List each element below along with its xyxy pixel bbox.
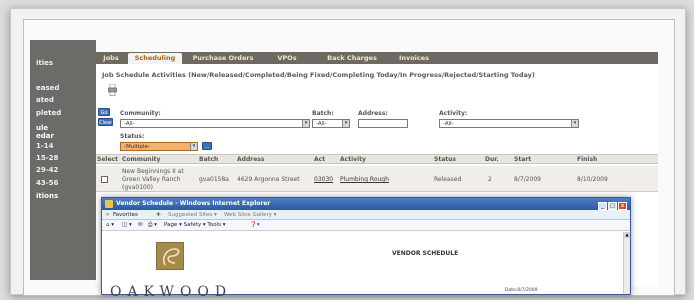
home-icon[interactable]: ⌂ ▾: [106, 220, 114, 231]
nav-item[interactable]: 29-42: [36, 166, 58, 174]
batch-value: -All-: [316, 121, 327, 127]
chevron-down-icon: ▾: [571, 120, 578, 127]
nav-item[interactable]: ule: [36, 124, 48, 132]
close-icon[interactable]: x: [618, 202, 627, 210]
status-select[interactable]: -Multiple- ▾: [120, 142, 198, 151]
add-favorite-icon[interactable]: ✚: [156, 210, 161, 220]
community-cell-line: (gva0100): [122, 184, 153, 191]
oakwood-logo-icon: [156, 242, 184, 270]
nav-item[interactable]: 15-28: [36, 154, 58, 162]
suggested-sites-link[interactable]: Suggested Sites ▾: [168, 210, 217, 220]
batch-cell: gva0158a: [199, 176, 229, 183]
community-value: -All-: [124, 121, 135, 127]
nav-item[interactable]: ated: [36, 96, 54, 104]
batch-label: Batch:: [312, 110, 334, 117]
community-cell-line: New Beginnings II at: [122, 168, 184, 175]
column-header[interactable]: Dur.: [485, 156, 499, 163]
main-tab-bar: Jobs Scheduling Purchase Orders VPOs Bac…: [96, 52, 658, 64]
row-select-checkbox[interactable]: [101, 176, 108, 183]
nav-item[interactable]: 1-14: [36, 142, 54, 150]
chevron-down-icon: ▾: [190, 143, 197, 150]
tab-purchase-orders[interactable]: Purchase Orders: [190, 53, 256, 64]
maximize-icon[interactable]: □: [608, 202, 617, 210]
nav-item[interactable]: edar: [36, 132, 54, 140]
start-date-cell: 8/7/2009: [514, 176, 541, 183]
minimize-icon[interactable]: _: [598, 202, 607, 210]
page-title: Job Schedule Activities (New/Released/Co…: [102, 71, 535, 79]
column-header[interactable]: Act: [314, 156, 325, 163]
tab-scheduling[interactable]: Scheduling: [128, 53, 182, 64]
column-header[interactable]: Status: [434, 156, 456, 163]
web-slice-gallery-link[interactable]: Web Slice Gallery ▾: [224, 210, 277, 220]
address-input[interactable]: [358, 119, 408, 128]
nav-item[interactable]: 43-56: [36, 179, 58, 187]
activity-select[interactable]: -All- ▾: [439, 119, 579, 128]
ie-window-title: Vendor Schedule - Windows Internet Explo…: [116, 200, 271, 207]
duration-cell: 2: [488, 176, 492, 183]
status-value: -Multiple-: [124, 144, 150, 150]
chevron-down-icon: ▾: [302, 120, 309, 127]
nav-item[interactable]: eased: [36, 84, 59, 92]
left-nav: ities eased ated pleted ule edar 1-14 15…: [30, 40, 96, 280]
ie-command-menus[interactable]: Page ▾ Safety ▾ Tools ▾: [164, 220, 225, 231]
status-label: Status:: [120, 133, 145, 140]
community-select[interactable]: -All- ▾: [120, 119, 310, 128]
print-icon[interactable]: ⎙ ▾: [148, 220, 157, 231]
activity-value: -All-: [443, 121, 454, 127]
mail-icon[interactable]: ✉: [138, 220, 143, 231]
column-header[interactable]: Batch: [199, 156, 218, 163]
ie-app-icon: [105, 200, 113, 208]
star-icon: ★: [105, 212, 110, 218]
ie-page-content: OAKWOOD VENDOR SCHEDULE Date:8/7/2009 ▲: [102, 232, 630, 300]
activity-label: Activity:: [439, 110, 468, 117]
ie-title-bar[interactable]: Vendor Schedule - Windows Internet Explo…: [102, 198, 630, 210]
ie-command-bar: ⌂ ▾ ◫ ▾ ✉ ⎙ ▾ Page ▾ Safety ▾ Tools ▾ ❓▾: [102, 220, 630, 231]
activity-link[interactable]: Plumbing Rough: [340, 176, 389, 183]
printer-icon[interactable]: [108, 84, 117, 96]
nav-item[interactable]: ities: [36, 59, 53, 67]
go-button[interactable]: Go: [98, 108, 110, 116]
act-code-link[interactable]: 03030: [314, 176, 333, 183]
status-cell: Released: [434, 176, 462, 183]
finish-date-cell: 8/10/2009: [577, 176, 608, 183]
help-icon[interactable]: ❓▾: [250, 220, 260, 231]
vertical-scrollbar[interactable]: ▲: [623, 232, 630, 294]
clear-button[interactable]: Clear: [98, 118, 113, 126]
favorites-button[interactable]: Favorites: [113, 210, 138, 220]
column-header[interactable]: Community: [122, 156, 160, 163]
chevron-down-icon: ▾: [342, 120, 349, 127]
oakwood-logo-text: OAKWOOD: [110, 284, 233, 300]
column-header[interactable]: Address: [237, 156, 264, 163]
column-header[interactable]: Start: [514, 156, 531, 163]
ie-popup-window: Vendor Schedule - Windows Internet Explo…: [101, 197, 631, 300]
column-header[interactable]: Finish: [577, 156, 597, 163]
address-cell: 4629 Argonne Street: [237, 176, 300, 183]
report-title: VENDOR SCHEDULE: [392, 250, 459, 257]
nav-item[interactable]: pleted: [36, 109, 61, 117]
report-date: Date:8/7/2009: [505, 288, 538, 293]
scroll-up-icon[interactable]: ▲: [624, 232, 630, 238]
community-cell-line: Green Valley Ranch: [122, 176, 181, 183]
batch-select[interactable]: -All- ▾: [312, 119, 350, 128]
tab-jobs[interactable]: Jobs: [100, 53, 122, 64]
ie-favorites-bar: ★ Favorites ✚ Suggested Sites ▾ Web Slic…: [102, 210, 630, 220]
community-label: Community:: [120, 110, 161, 117]
tab-invoices[interactable]: Invoices: [394, 53, 434, 64]
tab-back-charges[interactable]: Back Charges: [322, 53, 382, 64]
table-row: New Beginnings II at Green Valley Ranch …: [96, 166, 658, 192]
nav-item[interactable]: itions: [36, 192, 58, 200]
column-header[interactable]: Select: [97, 156, 118, 163]
status-picker-button[interactable]: ...: [202, 142, 212, 150]
address-label: Address:: [358, 110, 388, 117]
column-header[interactable]: Activity: [340, 156, 366, 163]
window-controls: _ □ x: [597, 200, 627, 210]
tab-vpos[interactable]: VPOs: [274, 53, 300, 64]
table-header: Select Community Batch Address Act Activ…: [96, 154, 658, 164]
feeds-icon[interactable]: ◫ ▾: [122, 220, 132, 231]
